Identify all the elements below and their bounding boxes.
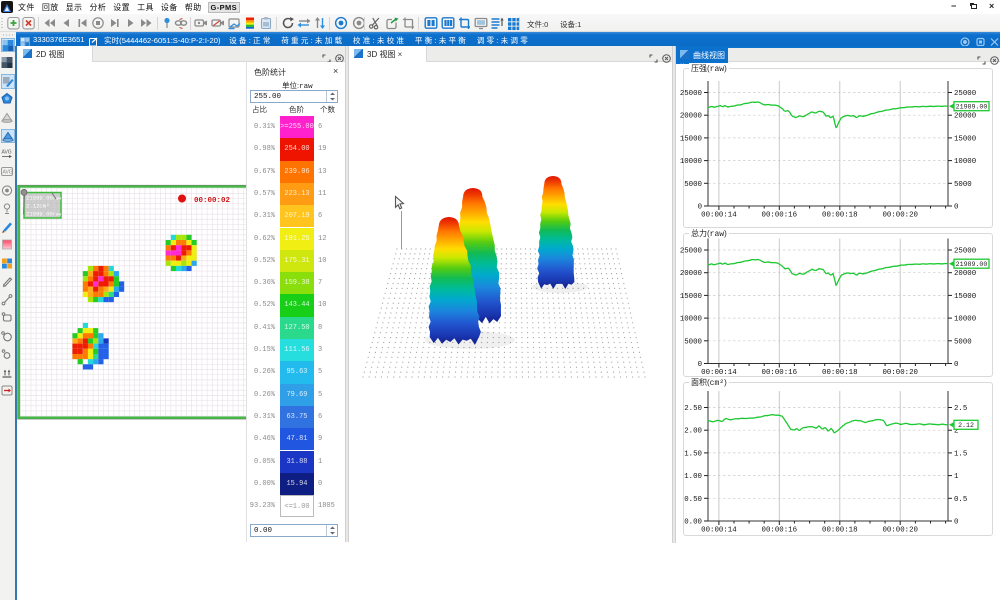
svg-text:21989.00: 21989.00 xyxy=(956,104,988,111)
svg-text:0: 0 xyxy=(954,361,958,369)
svg-text:2.00: 2.00 xyxy=(684,428,702,436)
svg-text:5000: 5000 xyxy=(954,181,972,189)
svg-text:00:00:16: 00:00:16 xyxy=(762,527,797,535)
svg-text:20000: 20000 xyxy=(954,270,976,278)
svg-text:5000: 5000 xyxy=(954,338,972,346)
svg-text:10000: 10000 xyxy=(954,316,976,324)
svg-text:1.00: 1.00 xyxy=(684,473,702,481)
svg-text:25000: 25000 xyxy=(680,248,702,256)
svg-text:0.5: 0.5 xyxy=(954,496,967,504)
svg-text:2.12: 2.12 xyxy=(958,422,974,429)
svg-text:0: 0 xyxy=(954,204,958,212)
svg-text:15000: 15000 xyxy=(954,135,976,143)
svg-text:1.50: 1.50 xyxy=(684,450,702,458)
svg-text:21989.00: 21989.00 xyxy=(956,261,988,268)
svg-text:00:00:14: 00:00:14 xyxy=(701,527,737,535)
svg-text:20000: 20000 xyxy=(680,270,702,278)
svg-text:0.00: 0.00 xyxy=(684,519,702,527)
svg-text:20000: 20000 xyxy=(954,113,976,121)
svg-text:15000: 15000 xyxy=(680,293,702,301)
svg-text:5000: 5000 xyxy=(684,338,702,346)
svg-text:0: 0 xyxy=(698,361,702,369)
svg-text:20000: 20000 xyxy=(680,113,702,121)
svg-text:00:00:20: 00:00:20 xyxy=(882,527,917,535)
svg-text:15000: 15000 xyxy=(680,135,702,143)
svg-text:00:00:18: 00:00:18 xyxy=(822,527,857,535)
svg-text:10000: 10000 xyxy=(954,158,976,166)
svg-text:2.50: 2.50 xyxy=(684,405,702,413)
svg-text:2.5: 2.5 xyxy=(954,405,967,413)
svg-text:0.50: 0.50 xyxy=(684,496,702,504)
svg-text:5000: 5000 xyxy=(684,181,702,189)
svg-text:0: 0 xyxy=(954,519,958,527)
svg-text:10000: 10000 xyxy=(680,316,702,324)
svg-text:0: 0 xyxy=(698,204,702,212)
svg-text:1: 1 xyxy=(954,473,959,481)
svg-text:25000: 25000 xyxy=(680,90,702,98)
svg-text:25000: 25000 xyxy=(954,90,976,98)
svg-text:25000: 25000 xyxy=(954,248,976,256)
svg-text:1.5: 1.5 xyxy=(954,450,967,458)
svg-text:15000: 15000 xyxy=(954,293,976,301)
svg-text:10000: 10000 xyxy=(680,158,702,166)
